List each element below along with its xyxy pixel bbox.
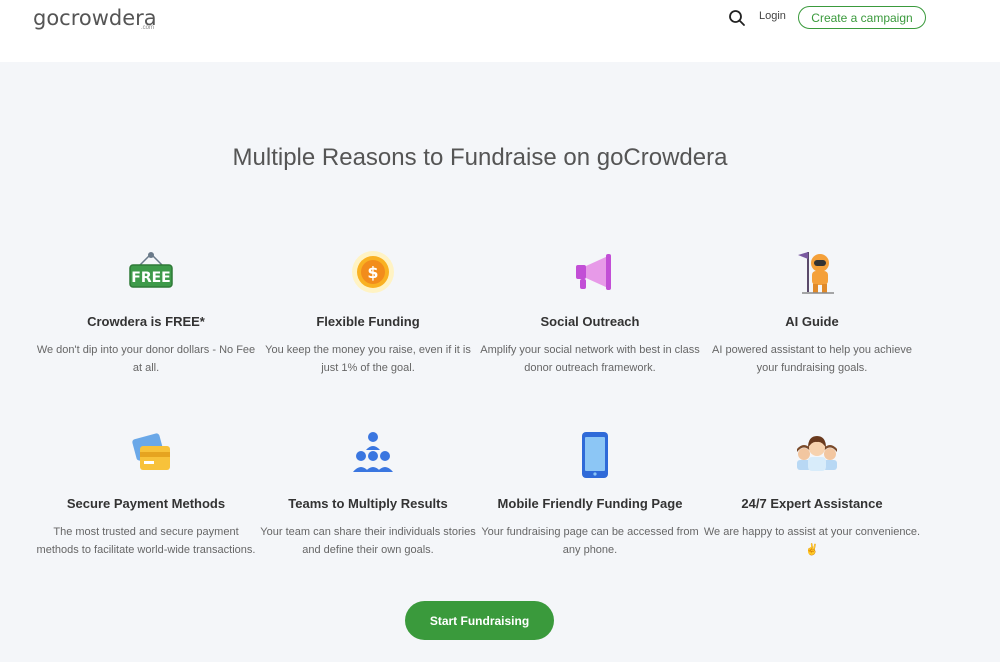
- feature-title: Crowdera is FREE*: [87, 314, 205, 329]
- feature-description: The most trusted and secure payment meth…: [36, 526, 256, 556]
- feature-title: Social Outreach: [540, 314, 640, 329]
- feature-title: Secure Payment Methods: [66, 496, 226, 511]
- feature-description: You keep the money you raise, even if it…: [265, 344, 471, 374]
- feature-title: Mobile Friendly Funding Page: [497, 496, 683, 511]
- dollar-coin-icon: $: [352, 251, 394, 293]
- feature-title: Teams to Multiply Results: [288, 496, 448, 511]
- search-icon[interactable]: [728, 9, 746, 27]
- astronaut-flag-icon: [798, 252, 834, 294]
- svg-text:$: $: [367, 263, 378, 282]
- reasons-section: Multiple Reasons to Fundraise on goCrowd…: [0, 62, 1000, 662]
- smartphone-icon: [582, 432, 608, 478]
- login-link[interactable]: Login: [759, 10, 786, 22]
- feature-title: Flexible Funding: [316, 314, 420, 329]
- feature-description: Your team can share their individuals st…: [260, 526, 476, 556]
- credit-card-icon: [132, 433, 170, 470]
- create-campaign-button[interactable]: Create a campaign: [798, 6, 926, 29]
- free-sign-icon: FREE: [129, 252, 173, 288]
- feature-description: AI powered assistant to help you achieve…: [712, 344, 912, 374]
- feature-title: 24/7 Expert Assistance: [741, 496, 883, 511]
- start-fundraising-button[interactable]: Start Fundraising: [405, 601, 554, 640]
- site-header: gocrowdera .com Login Create a campaign: [0, 0, 1000, 44]
- support-people-icon: [797, 436, 837, 471]
- team-icon: [353, 432, 393, 472]
- megaphone-icon: [576, 254, 611, 290]
- feature-description: We don't dip into your donor dollars - N…: [36, 344, 256, 374]
- feature-title: AI Guide: [785, 314, 839, 329]
- feature-description: Amplify your social network with best in…: [480, 344, 700, 374]
- gocrowdera-logo[interactable]: gocrowdera: [33, 6, 157, 30]
- feature-description: Your fundraising page can be accessed fr…: [481, 526, 699, 556]
- section-title: Multiple Reasons to Fundraise on goCrowd…: [232, 144, 728, 171]
- svg-text:FREE: FREE: [131, 270, 170, 286]
- logo-domain: .com: [141, 25, 155, 31]
- feature-description: We are happy to assist at your convenien…: [703, 526, 921, 556]
